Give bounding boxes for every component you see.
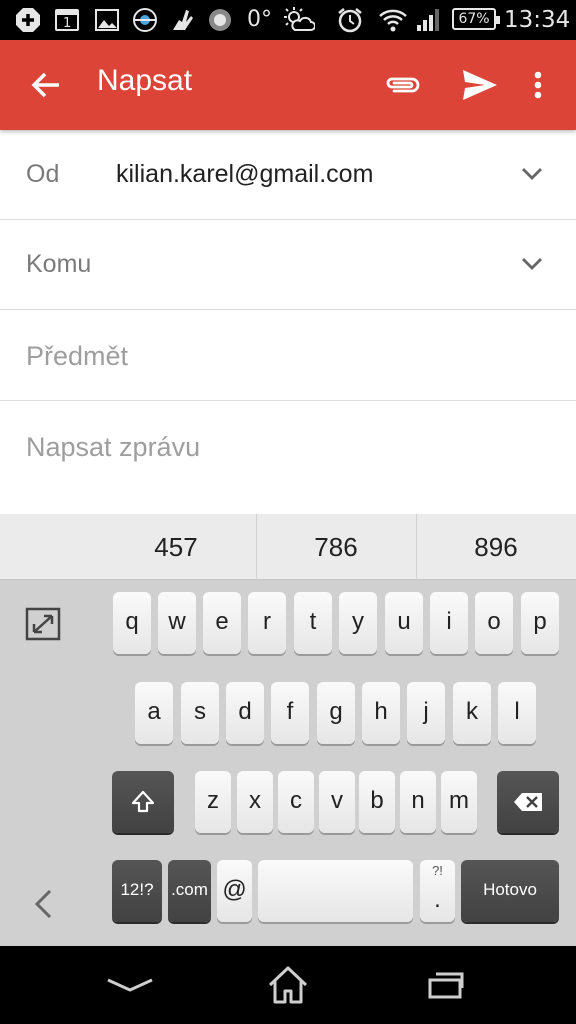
key-r[interactable]: r: [248, 592, 286, 654]
to-row[interactable]: Komu: [0, 220, 576, 310]
from-label: Od: [26, 160, 60, 188]
from-chevron-down-icon[interactable]: [516, 158, 548, 190]
shift-arrow-icon: [131, 790, 155, 813]
key-h[interactable]: h: [362, 682, 400, 744]
key-t[interactable]: t: [294, 592, 332, 654]
record-icon: [206, 6, 234, 34]
attach-button[interactable]: [382, 65, 422, 105]
clock: 13:34: [504, 7, 571, 33]
more-vert-icon: [534, 71, 542, 99]
nav-back-button[interactable]: [100, 962, 160, 1008]
at-key[interactable]: @: [217, 860, 252, 922]
key-j[interactable]: j: [407, 682, 445, 744]
nav-down-icon: [107, 978, 153, 992]
status-bar: 1 0° 67% 13:34: [0, 0, 576, 40]
to-label: Komu: [26, 250, 92, 278]
send-icon: [463, 70, 497, 100]
key-e[interactable]: e: [203, 592, 241, 654]
symbols-key[interactable]: 12!?: [112, 860, 162, 922]
recent-apps-icon: [428, 972, 464, 999]
backspace-icon: [514, 793, 542, 811]
suggestion-2[interactable]: 786: [256, 514, 416, 580]
image-icon: [94, 6, 120, 34]
key-p[interactable]: p: [521, 592, 559, 654]
expand-icon: [25, 607, 61, 641]
navigation-bar: [0, 946, 576, 1024]
key-z[interactable]: z: [195, 771, 231, 833]
backspace-key[interactable]: [497, 771, 559, 833]
calendar-day: 1: [63, 16, 72, 31]
key-l[interactable]: l: [498, 682, 536, 744]
key-s[interactable]: s: [181, 682, 219, 744]
key-x[interactable]: x: [237, 771, 273, 833]
hand-icon: [168, 6, 198, 34]
key-k[interactable]: k: [453, 682, 491, 744]
plus-notification-icon: [14, 6, 42, 34]
key-a[interactable]: a: [135, 682, 173, 744]
key-w[interactable]: w: [158, 592, 196, 654]
chevron-left-icon: [34, 889, 52, 919]
back-arrow-icon: [31, 72, 59, 98]
key-d[interactable]: d: [226, 682, 264, 744]
game-icon: [130, 6, 160, 34]
dotcom-key[interactable]: .com: [168, 860, 211, 922]
to-chevron-down-icon[interactable]: [516, 248, 548, 280]
signal-icon: [414, 6, 442, 34]
subject-placeholder: Předmět: [26, 341, 129, 371]
from-row[interactable]: Od kilian.karel@gmail.com: [0, 130, 576, 220]
temperature: 0°: [247, 7, 272, 32]
back-button[interactable]: [26, 65, 66, 105]
alarm-clock-icon: [336, 6, 364, 34]
from-value: kilian.karel@gmail.com: [116, 160, 374, 188]
key-v[interactable]: v: [319, 771, 355, 833]
body-field[interactable]: Napsat zprávu: [0, 402, 576, 514]
key-m[interactable]: m: [441, 771, 477, 833]
key-b[interactable]: b: [359, 771, 395, 833]
nav-home-button[interactable]: [258, 962, 318, 1008]
key-n[interactable]: n: [400, 771, 436, 833]
page-title: Napsat: [97, 64, 193, 97]
partly-sunny-icon: [282, 6, 316, 34]
nav-recents-button[interactable]: [416, 962, 476, 1008]
suggestion-3[interactable]: 896: [416, 514, 576, 580]
body-placeholder: Napsat zprávu: [26, 432, 201, 462]
space-key[interactable]: [258, 860, 413, 922]
expand-keyboard-button[interactable]: [24, 606, 62, 642]
key-o[interactable]: o: [475, 592, 513, 654]
suggestion-bar: 457 786 896: [0, 514, 576, 580]
wifi-icon: [378, 6, 408, 34]
key-y[interactable]: y: [339, 592, 377, 654]
key-c[interactable]: c: [278, 771, 314, 833]
key-g[interactable]: g: [317, 682, 355, 744]
keyboard-collapse-button[interactable]: [28, 884, 58, 924]
battery-indicator: 67%: [452, 8, 500, 30]
key-u[interactable]: u: [385, 592, 423, 654]
key-f[interactable]: f: [271, 682, 309, 744]
send-button[interactable]: [460, 65, 500, 105]
key-i[interactable]: i: [430, 592, 468, 654]
app-bar: Napsat: [0, 40, 576, 130]
home-icon: [268, 966, 308, 1004]
paperclip-icon: [386, 77, 420, 93]
keyboard: 457 786 896 q w e r t y u i o p a s d f …: [0, 514, 576, 946]
done-key[interactable]: Hotovo: [461, 860, 559, 922]
shift-key[interactable]: [112, 771, 174, 833]
subject-field[interactable]: Předmět: [0, 311, 576, 401]
key-q[interactable]: q: [113, 592, 151, 654]
period-key[interactable]: ?! .: [420, 860, 455, 922]
suggestion-1[interactable]: 457: [96, 514, 256, 580]
more-options-button[interactable]: [520, 65, 556, 105]
period-key-label: .: [434, 886, 441, 913]
